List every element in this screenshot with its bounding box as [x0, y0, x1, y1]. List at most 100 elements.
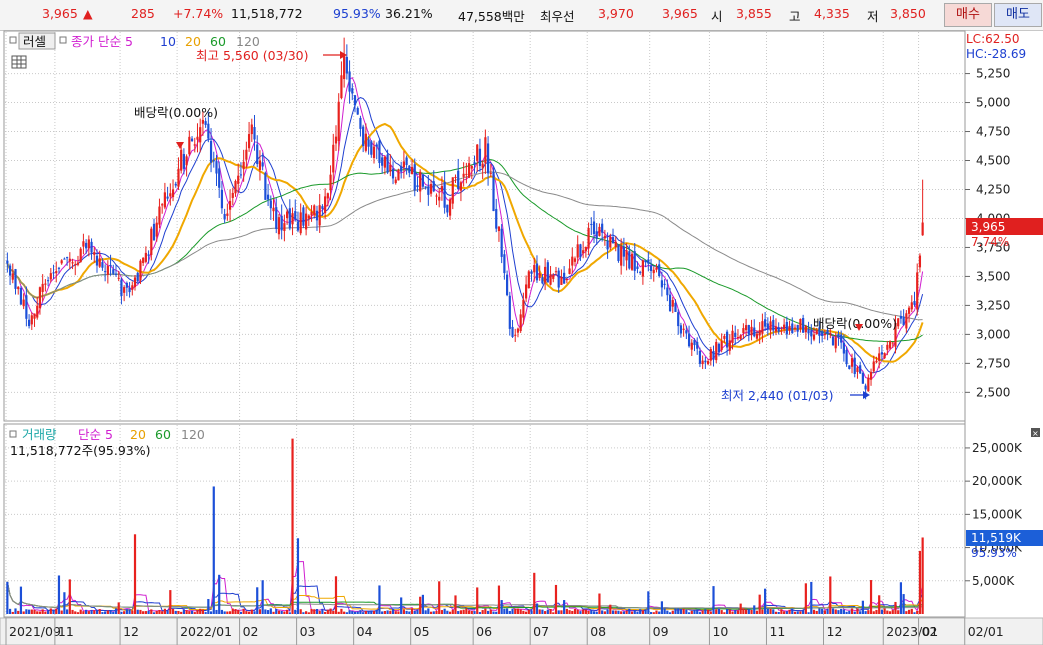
- volume-bar: [182, 609, 185, 614]
- date-tick-label: 02/01: [968, 624, 1004, 639]
- candle-body: [82, 241, 85, 247]
- candle-body: [663, 283, 666, 285]
- legend-vol-ma60[interactable]: 60: [155, 427, 171, 442]
- candle-body: [859, 365, 862, 374]
- volume-bar: [622, 611, 625, 614]
- volume-bar: [397, 611, 400, 614]
- price-tick-label: 3,500: [976, 269, 1010, 283]
- volume-bar: [668, 612, 672, 614]
- volume-bar: [166, 610, 169, 614]
- candle-body: [861, 373, 864, 384]
- candle-body: [573, 258, 577, 262]
- volume-bar: [747, 609, 750, 614]
- volume-bar: [677, 608, 680, 614]
- candle-body: [677, 312, 680, 327]
- candle-body: [823, 334, 826, 336]
- candle-body: [25, 295, 28, 319]
- legend-toggle-icon[interactable]: [9, 430, 17, 438]
- date-tick-label: 10: [712, 624, 728, 639]
- candle-body: [85, 242, 88, 249]
- volume-bar: [87, 611, 90, 614]
- candle-body: [435, 195, 438, 197]
- candle-body: [628, 251, 631, 269]
- legend-toggle-icon[interactable]: [9, 36, 17, 44]
- candle-body: [41, 283, 44, 292]
- volume-bar: [723, 612, 726, 614]
- candle-body: [516, 328, 520, 333]
- volume-bar: [57, 575, 61, 614]
- volume-bar: [745, 609, 748, 614]
- volume-bar: [706, 609, 710, 614]
- legend-ma10[interactable]: 10: [160, 34, 176, 49]
- volume-bar: [196, 610, 199, 614]
- legend-volume[interactable]: 거래량: [22, 427, 57, 442]
- volume-bar: [150, 609, 153, 614]
- price-panel-frame: [3, 30, 966, 422]
- candle-body: [199, 127, 202, 143]
- volume-bar: [343, 611, 346, 614]
- volume-bar: [736, 610, 740, 614]
- volume-bar: [277, 610, 281, 614]
- volume-bar: [905, 611, 908, 614]
- candle-body: [22, 299, 25, 307]
- volume-bar: [826, 609, 829, 614]
- volume-bar: [755, 610, 759, 614]
- volume-tick-label: 5,000K: [972, 574, 1015, 588]
- volume-bar: [41, 609, 44, 614]
- candle-body: [351, 88, 354, 94]
- candle-body: [171, 189, 175, 198]
- candle-body: [234, 181, 237, 194]
- volume-bar: [712, 586, 715, 614]
- stock-chart[interactable]: 2,5002,7503,0003,2503,5003,7504,0004,250…: [0, 0, 1043, 645]
- volume-bar: [451, 610, 454, 614]
- volume-bar: [614, 610, 617, 614]
- volume-bar: [541, 609, 544, 614]
- table-view-icon[interactable]: [11, 55, 27, 69]
- candle-body: [174, 183, 177, 186]
- legend-toggle-icon[interactable]: [59, 36, 67, 44]
- legend-vol-ma20[interactable]: 20: [130, 427, 146, 442]
- volume-bar: [514, 608, 517, 614]
- volume-bar: [296, 538, 300, 614]
- legend-ma60[interactable]: 60: [210, 34, 226, 49]
- volume-bar: [117, 602, 120, 614]
- volume-bar: [840, 608, 843, 614]
- russell-label: 러셀: [23, 34, 46, 49]
- candle-body: [725, 331, 729, 348]
- volume-bar: [332, 610, 335, 614]
- legend-ma5[interactable]: 종가 단순 5: [71, 34, 133, 49]
- candle-body: [11, 273, 14, 280]
- dividend-annotation: 배당락(0.00%): [813, 316, 897, 331]
- candle-body: [150, 228, 153, 256]
- volume-bar: [505, 608, 509, 614]
- volume-bar: [256, 587, 259, 614]
- candle-body: [144, 252, 147, 262]
- candle-body: [554, 271, 558, 273]
- price-tick-label: 2,750: [976, 356, 1010, 370]
- lc-label: LC:62.50: [966, 32, 1019, 46]
- volume-bar: [131, 610, 134, 614]
- candle-body: [266, 194, 270, 200]
- volume-bar: [457, 611, 460, 614]
- candle-body: [52, 272, 55, 274]
- legend-ma120[interactable]: 120: [236, 34, 260, 49]
- volume-bar: [237, 610, 240, 614]
- volume-bar: [663, 608, 666, 614]
- volume-tick-label: 15,000K: [972, 507, 1023, 521]
- legend-vol-ma5[interactable]: 단순 5: [78, 427, 113, 442]
- volume-bar: [142, 611, 145, 614]
- candle-body: [302, 207, 305, 226]
- volume-bar: [413, 610, 416, 614]
- candle-body: [142, 257, 145, 264]
- volume-bar: [429, 611, 433, 614]
- legend-ma20[interactable]: 20: [185, 34, 201, 49]
- candle-body: [687, 333, 691, 347]
- volume-bar: [199, 608, 202, 614]
- candle-body: [299, 212, 302, 234]
- legend-vol-ma120[interactable]: 120: [181, 427, 205, 442]
- volume-bar: [495, 611, 498, 614]
- volume-bar: [14, 608, 17, 614]
- candle-body: [603, 235, 606, 239]
- volume-bar: [123, 611, 126, 614]
- candle-body: [777, 327, 780, 332]
